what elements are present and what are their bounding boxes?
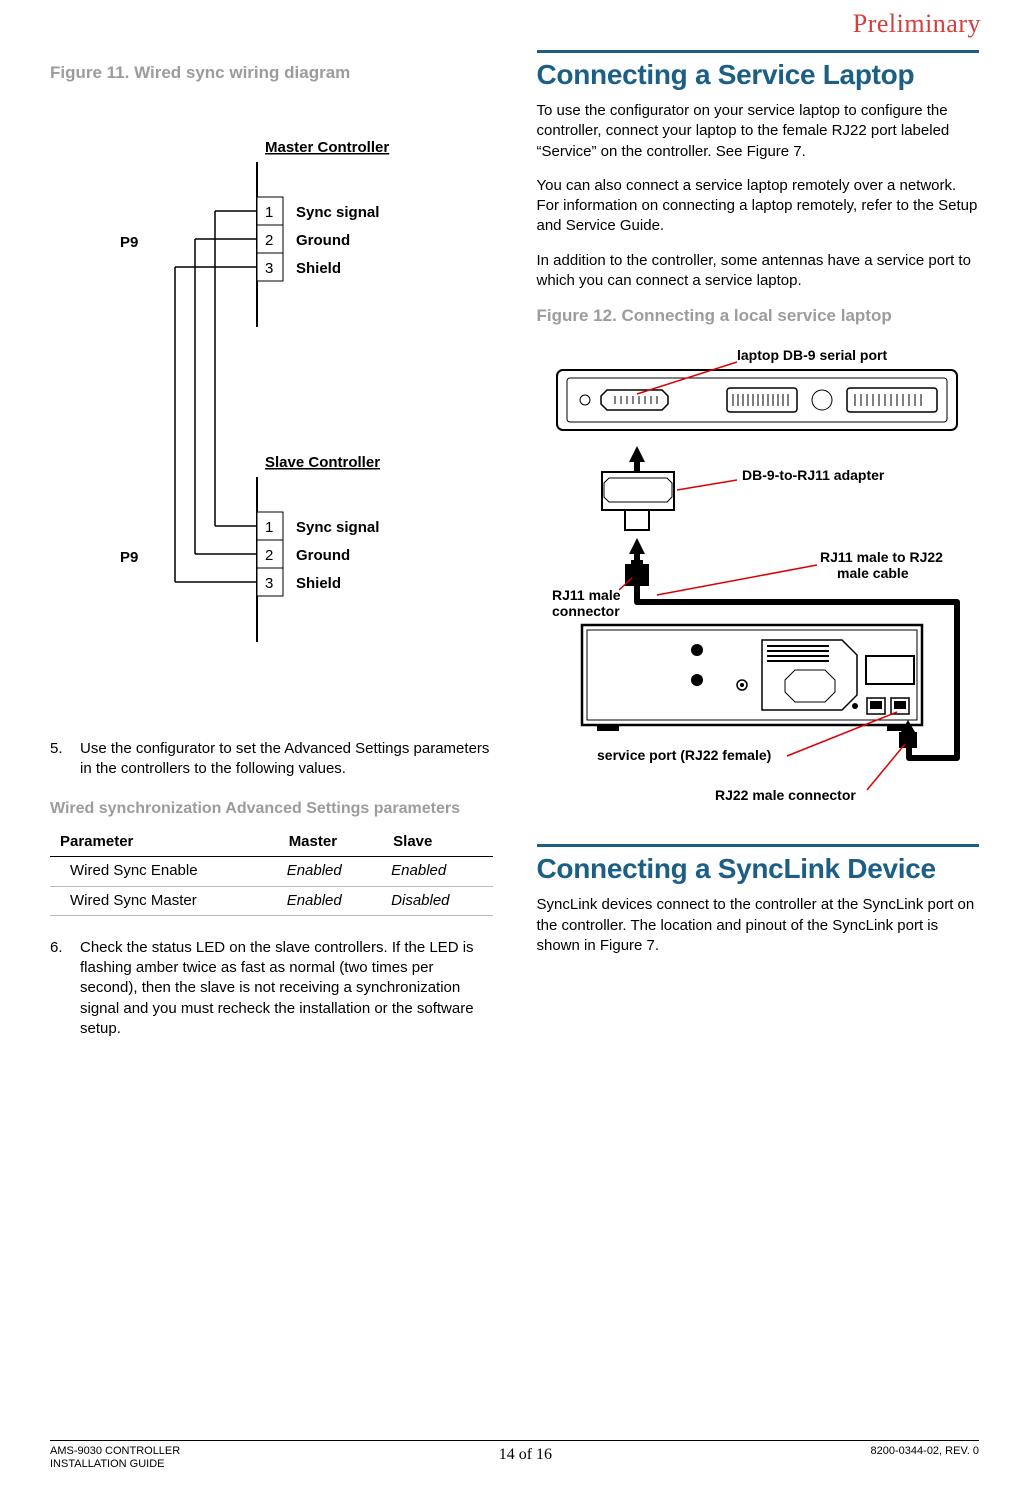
step-6-body: Check the status LED on the slave contro…: [80, 938, 493, 1039]
table-caption: Wired synchronization Advanced Settings …: [50, 799, 493, 820]
table-header-slave: Slave: [383, 828, 492, 857]
step-5-body: Use the configurator to set the Advanced…: [80, 739, 493, 780]
figure-11-caption: Figure 11. Wired sync wiring diagram: [50, 62, 493, 85]
svg-text:P9: P9: [120, 549, 138, 566]
table-header-parameter: Parameter: [50, 828, 279, 857]
svg-text:RJ11 male connecto: RJ11 male connector: [552, 587, 624, 619]
svg-text:RJ11 male to RJ22: RJ11 male to RJ22 male cable: [820, 549, 947, 581]
svg-text:3: 3: [265, 260, 273, 277]
paragraph: To use the configurator on your service …: [537, 101, 980, 162]
svg-text:RJ22 male connector: RJ22 male connector: [715, 787, 856, 803]
section-divider: [537, 50, 980, 53]
table-header-master: Master: [279, 828, 383, 857]
svg-text:Shield: Shield: [296, 575, 341, 592]
svg-text:Ground: Ground: [296, 547, 350, 564]
step-5-number: 5.: [50, 739, 74, 759]
page-footer: AMS-9030 CONTROLLER INSTALLATION GUIDE 1…: [50, 1440, 979, 1471]
svg-text:DB-9-to-RJ11 adapter: DB-9-to-RJ11 adapter: [742, 467, 885, 483]
step-6-number: 6.: [50, 938, 74, 958]
footer-left: AMS-9030 CONTROLLER INSTALLATION GUIDE: [50, 1445, 180, 1471]
parameters-table: Parameter Master Slave Wired Sync Enable…: [50, 828, 493, 916]
svg-text:Sync signal: Sync signal: [296, 204, 379, 221]
paragraph: SyncLink devices connect to the controll…: [537, 895, 980, 956]
section-title-service-laptop: Connecting a Service Laptop: [537, 59, 980, 91]
svg-text:Slave Controller: Slave Controller: [265, 454, 380, 471]
svg-text:1: 1: [265, 204, 273, 221]
paragraph: You can also connect a service laptop re…: [537, 176, 980, 237]
section-divider: [537, 844, 980, 847]
svg-text:Master Controller: Master Controller: [265, 139, 389, 156]
right-column: Connecting a Service Laptop To use the c…: [537, 50, 980, 1049]
svg-text:service port (RJ22 female): service port (RJ22 female): [597, 747, 771, 763]
svg-text:3: 3: [265, 575, 273, 592]
table-row: Wired Sync Master Enabled Disabled: [50, 886, 493, 915]
footer-right: 8200-0344-02, REV. 0: [871, 1445, 979, 1471]
svg-text:P9: P9: [120, 234, 138, 251]
footer-page-number: 14 of 16: [499, 1445, 552, 1471]
figure-11-diagram: Master Controller 1 Sync signal 2 Ground…: [50, 97, 493, 717]
svg-text:Shield: Shield: [296, 260, 341, 277]
svg-text:2: 2: [265, 547, 273, 564]
svg-text:Sync signal: Sync signal: [296, 519, 379, 536]
section-title-synclink: Connecting a SyncLink Device: [537, 853, 980, 885]
table-row: Wired Sync Enable Enabled Enabled: [50, 857, 493, 886]
left-column: Figure 11. Wired sync wiring diagram Mas…: [50, 50, 493, 1049]
svg-text:Ground: Ground: [296, 232, 350, 249]
watermark: Preliminary: [853, 6, 981, 41]
svg-text:2: 2: [265, 232, 273, 249]
figure-12-diagram: laptop DB-9 serial port DB-9-to-RJ11 ada…: [537, 340, 980, 820]
paragraph: In addition to the controller, some ante…: [537, 251, 980, 292]
svg-text:1: 1: [265, 519, 273, 536]
figure-12-caption: Figure 12. Connecting a local service la…: [537, 305, 980, 328]
svg-text:laptop DB-9 serial port: laptop DB-9 serial port: [737, 347, 887, 363]
